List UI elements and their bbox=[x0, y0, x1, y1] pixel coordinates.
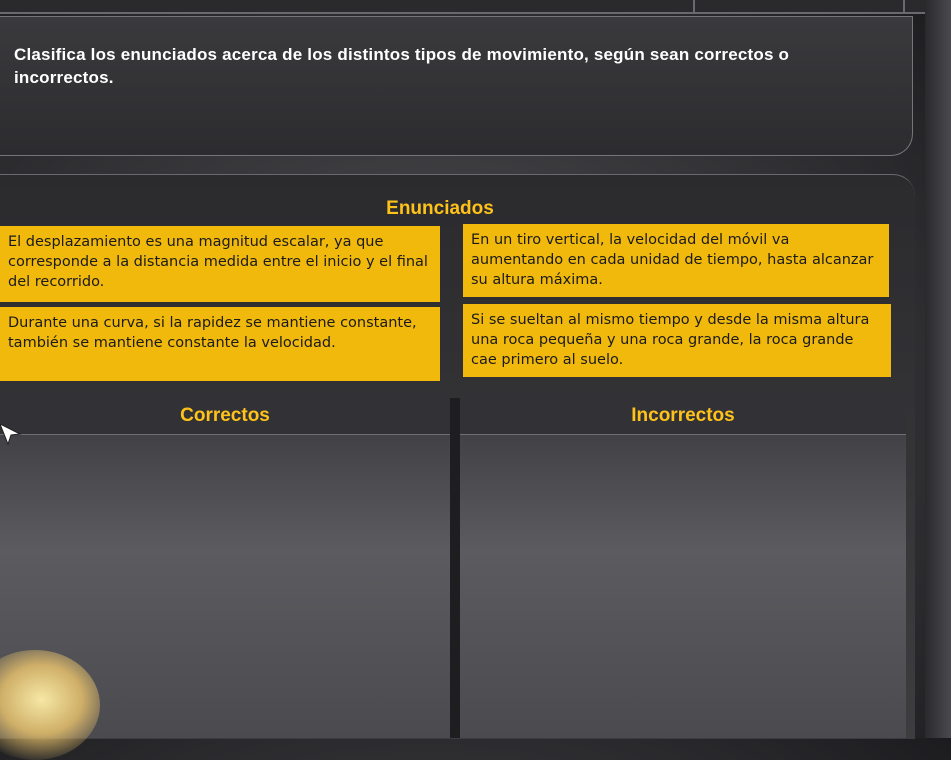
correct-column-header: Correctos bbox=[0, 398, 450, 435]
question-card: Clasifica los enunciados acerca de los d… bbox=[0, 16, 913, 156]
question-prompt: Clasifica los enunciados acerca de los d… bbox=[14, 45, 790, 87]
statement-card[interactable]: Si se sueltan al mismo tiempo y desde la… bbox=[463, 304, 891, 377]
statement-card[interactable]: Durante una curva, si la rapidez se mant… bbox=[0, 307, 440, 381]
screen-bezel bbox=[925, 0, 951, 738]
top-bar-divider bbox=[693, 0, 695, 12]
column-divider bbox=[450, 398, 460, 738]
statement-card[interactable]: En un tiro vertical, la velocidad del mó… bbox=[463, 224, 889, 297]
incorrect-drop-zone[interactable] bbox=[460, 435, 906, 738]
top-bar bbox=[0, 0, 951, 14]
statement-bank-title: Enunciados bbox=[386, 198, 494, 219]
mouse-pointer-icon bbox=[0, 424, 22, 446]
incorrect-column: Incorrectos bbox=[460, 398, 906, 738]
statement-card[interactable]: El desplazamiento es una magnitud escala… bbox=[0, 226, 440, 302]
top-bar-divider bbox=[903, 0, 905, 12]
incorrect-column-header: Incorrectos bbox=[460, 398, 906, 435]
